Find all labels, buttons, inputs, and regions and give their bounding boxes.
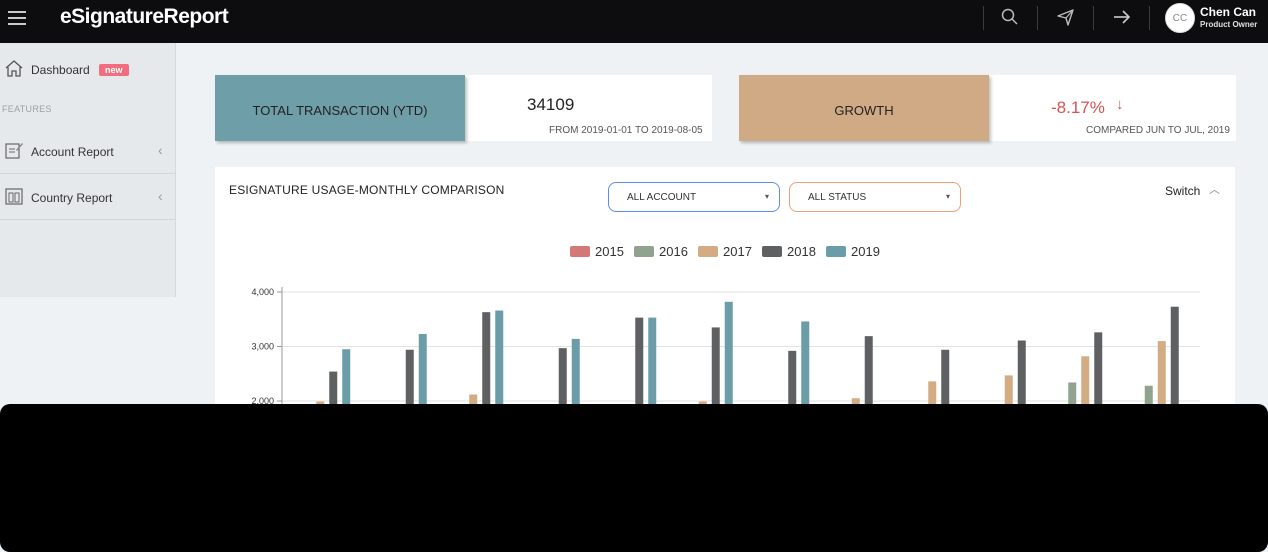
caret-down-icon: ▾ bbox=[945, 192, 950, 201]
growth-comparison: COMPARED JUN TO JUL, 2019 bbox=[1086, 125, 1230, 136]
bar-2018-5 bbox=[635, 317, 644, 417]
growth-label-block: GROWTH bbox=[739, 75, 989, 141]
bar-2019-5 bbox=[648, 317, 657, 417]
bar-2019-3 bbox=[495, 310, 504, 417]
usage-chart-panel: ESIGNATURE USAGE-MONTHLY COMPARISON ALL … bbox=[215, 167, 1235, 417]
sidebar-item-account-report[interactable]: Account Report ‹ bbox=[0, 128, 176, 174]
sidebar-item-dashboard[interactable]: Dashboard new bbox=[0, 46, 176, 92]
menu-icon[interactable] bbox=[8, 11, 26, 25]
arrow-right-icon[interactable] bbox=[1112, 7, 1132, 27]
sidebar-item-label: Dashboard bbox=[31, 63, 90, 77]
app-brand[interactable]: eSignatureReport bbox=[60, 5, 229, 29]
divider bbox=[983, 6, 984, 30]
growth-label: GROWTH bbox=[834, 103, 894, 118]
legend-swatch bbox=[826, 246, 846, 257]
account-select[interactable]: ALL ACCOUNT ▾ bbox=[608, 182, 780, 212]
growth-card: GROWTH -8.17% ↓ COMPARED JUN TO JUL, 201… bbox=[739, 75, 1236, 141]
sidebar: Dashboard new FEATURES Account Report ‹ … bbox=[0, 43, 176, 297]
total-transaction-card: TOTAL TRANSACTION (YTD) 34109 FROM 2019-… bbox=[215, 75, 712, 141]
legend-swatch bbox=[762, 246, 782, 257]
bar-2018-12 bbox=[1170, 306, 1179, 417]
send-icon[interactable] bbox=[1056, 7, 1076, 27]
divider bbox=[0, 219, 176, 220]
legend-label: 2017 bbox=[723, 244, 752, 259]
usage-bar-chart: 4,0003,0002,000 bbox=[251, 287, 1200, 417]
columns-icon bbox=[4, 186, 24, 206]
chevron-left-icon[interactable]: ‹ bbox=[158, 188, 163, 204]
divider bbox=[1149, 6, 1150, 30]
legend-label: 2015 bbox=[595, 244, 624, 259]
total-transaction-value: 34109 bbox=[527, 95, 575, 114]
divider bbox=[1093, 6, 1094, 30]
divider bbox=[1037, 6, 1038, 30]
status-select-value: ALL STATUS bbox=[808, 192, 867, 203]
legend-label: 2018 bbox=[787, 244, 816, 259]
account-select-value: ALL ACCOUNT bbox=[627, 192, 697, 203]
new-badge: new bbox=[99, 64, 129, 76]
y-tick-label: 3,000 bbox=[251, 342, 274, 352]
sidebar-item-country-report[interactable]: Country Report ‹ bbox=[0, 174, 176, 220]
status-select[interactable]: ALL STATUS ▾ bbox=[789, 182, 961, 212]
legend-swatch bbox=[570, 246, 590, 257]
redacted-region bbox=[0, 404, 1268, 552]
legend-swatch bbox=[698, 246, 718, 257]
arrow-down-icon: ↓ bbox=[1116, 96, 1124, 113]
features-section-label: FEATURES bbox=[2, 104, 52, 114]
search-icon[interactable] bbox=[1000, 7, 1020, 27]
top-bar: eSignatureReport CC Chen Can Product Own… bbox=[0, 0, 1268, 43]
bar-2018-3 bbox=[482, 312, 491, 417]
sidebar-item-label: Account Report bbox=[31, 145, 114, 159]
panel-title: ESIGNATURE USAGE-MONTHLY COMPARISON bbox=[229, 183, 505, 197]
legend-label: 2016 bbox=[659, 244, 688, 259]
avatar[interactable]: CC bbox=[1165, 3, 1195, 33]
user-name[interactable]: Chen Can bbox=[1200, 5, 1256, 19]
home-icon bbox=[4, 58, 24, 78]
sidebar-item-label: Country Report bbox=[31, 191, 113, 205]
growth-value: -8.17% bbox=[1051, 98, 1105, 117]
chevron-left-icon[interactable]: ‹ bbox=[158, 142, 163, 158]
bar-2019-6 bbox=[724, 301, 733, 417]
chevron-up-icon[interactable]: ︿ bbox=[1209, 181, 1220, 197]
legend-label: 2019 bbox=[851, 244, 880, 259]
total-transaction-range: FROM 2019-01-01 TO 2019-08-05 bbox=[549, 125, 703, 136]
legend-swatch bbox=[634, 246, 654, 257]
y-tick-label: 4,000 bbox=[251, 287, 274, 297]
total-transaction-label-block: TOTAL TRANSACTION (YTD) bbox=[215, 75, 465, 141]
caret-down-icon: ▾ bbox=[764, 192, 769, 201]
total-transaction-label: TOTAL TRANSACTION (YTD) bbox=[252, 103, 428, 118]
user-role: Product Owner bbox=[1200, 20, 1258, 29]
switch-toggle[interactable]: Switch bbox=[1165, 184, 1200, 198]
bar-2019-7 bbox=[801, 321, 810, 417]
edit-document-icon bbox=[4, 140, 24, 160]
